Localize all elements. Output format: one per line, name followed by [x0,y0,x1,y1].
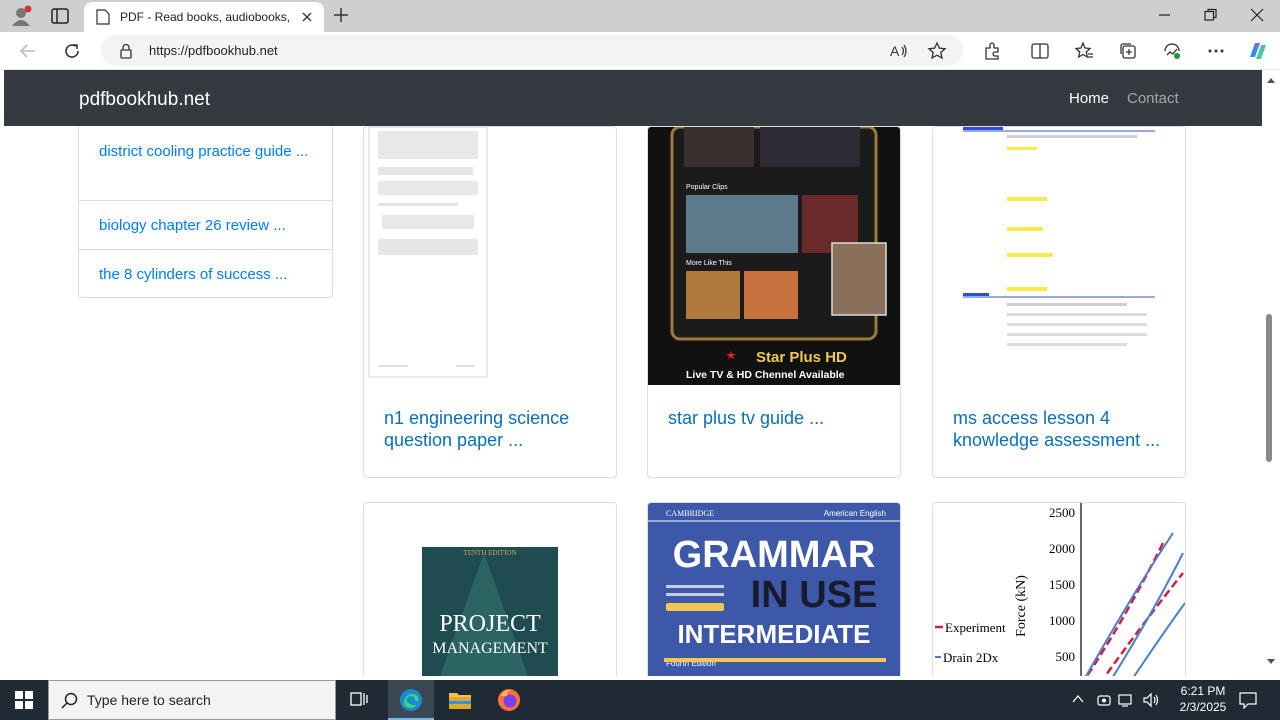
windows-start-icon[interactable] [15,691,33,709]
chart-tick: 1000 [1049,613,1075,628]
task-view-icon[interactable] [350,691,370,709]
search-icon [61,692,78,709]
pm-edition-text: TENTH EDITION [463,549,516,557]
chart-tick: 2000 [1049,541,1075,556]
book-card[interactable]: Popular Clips More Like This Star Plus H… [647,126,901,478]
page-scrollbar[interactable] [1262,70,1280,676]
notifications-icon[interactable] [1238,691,1258,709]
address-toolbar: https://pdfbookhub.net A [0,32,1280,70]
book-title-link[interactable]: star plus tv guide ... [668,407,883,429]
book-cover-image[interactable]: CAMBRIDGE American English GRAMMAR IN US… [648,503,900,676]
network-icon[interactable] [1118,692,1136,708]
book-title-link[interactable]: ms access lesson 4 knowledge assessment … [953,407,1168,451]
taskbar-edge-button[interactable] [388,680,434,720]
lock-icon[interactable] [119,43,133,59]
page-favicon-icon [96,9,110,25]
book-card[interactable]: TENTH EDITION PROJECT MANAGEMENT [363,502,617,676]
american-english-text: American English [824,509,886,518]
browser-essentials-icon[interactable] [1162,41,1182,61]
chart-legend-item: Experiment [945,620,1006,635]
edge-icon [400,689,422,711]
browser-tab-bar: PDF - Read books, audiobooks, a [0,0,1280,32]
site-brand[interactable]: pdfbookhub.net [79,89,210,111]
taskbar-search-box[interactable]: Type here to search [48,680,336,720]
read-aloud-icon[interactable]: A [889,42,909,60]
starplus-caption-text: Live TV & HD Chennel Available [686,369,845,381]
tab-close-icon[interactable] [300,10,314,24]
site-navbar: pdfbookhub.net Home Contact [4,70,1262,126]
profile-icon[interactable] [10,5,32,27]
book-card[interactable]: n1 engineering science question paper ..… [363,126,617,478]
file-explorer-icon[interactable] [448,689,472,711]
tab-title: PDF - Read books, audiobooks, a [120,10,292,24]
search-placeholder: Type here to search [87,692,211,708]
minimize-icon[interactable] [1158,8,1172,22]
grammar-line2: IN USE [751,574,878,616]
chart-ylabel: Force (kN) [1014,575,1029,637]
meet-now-icon[interactable] [1096,692,1112,708]
sidebar-item[interactable]: district cooling practice guide ... [79,126,332,201]
book-cover-image[interactable] [364,127,616,385]
more-like-this-label: More Like This [686,260,732,267]
popular-clips-label: Popular Clips [686,184,728,191]
sidebar-list: district cooling practice guide ... biol… [78,126,333,298]
collections-icon[interactable] [1118,41,1138,61]
grammar-line1: GRAMMAR [673,534,876,576]
chart-tick: 500 [1056,649,1076,664]
book-cover-image[interactable]: Popular Clips More Like This Star Plus H… [648,127,900,385]
extensions-icon[interactable] [982,41,1002,61]
nav-contact-link[interactable]: Contact [1127,90,1179,107]
pm-title-line2: MANAGEMENT [432,640,548,657]
sidebar-item[interactable]: the 8 cylinders of success ... [79,250,332,298]
book-title-link[interactable]: n1 engineering science question paper ..… [384,407,599,451]
web-page: pdfbookhub.net Home Contact district coo… [4,70,1262,676]
scroll-up-icon[interactable] [1266,76,1276,84]
sidebar-item-label[interactable]: the 8 cylinders of success ... [99,263,312,286]
book-card[interactable]: ms access lesson 4 knowledge assessment … [932,126,1186,478]
scrollbar-thumb[interactable] [1266,314,1272,462]
url-bar[interactable]: https://pdfbookhub.net A [101,35,963,66]
active-tab[interactable]: PDF - Read books, audiobooks, a [84,2,324,32]
chart-tick: 2500 [1049,505,1075,520]
clock-date: 2/3/2025 [1179,700,1227,714]
book-card[interactable]: CAMBRIDGE American English GRAMMAR IN US… [647,502,901,676]
copilot-icon[interactable] [1246,39,1270,63]
refresh-icon[interactable] [62,41,82,61]
svg-text:A: A [890,43,900,59]
starplus-brand-text: Star Plus HD [756,349,847,366]
back-icon[interactable] [18,41,38,61]
volume-icon[interactable] [1142,692,1160,708]
new-tab-icon[interactable] [333,7,349,23]
book-cover-image[interactable]: TENTH EDITION PROJECT MANAGEMENT [364,503,616,676]
firefox-icon[interactable] [497,688,521,712]
book-cover-image[interactable] [933,127,1185,385]
taskbar: Type here to search 6:21 PM 2/3/2025 [0,680,1280,720]
nav-home-link[interactable]: Home [1069,90,1109,107]
more-options-icon[interactable] [1206,41,1226,61]
chart-legend-item: Drain 2Dx [943,650,999,665]
favorite-star-icon[interactable] [927,41,947,61]
clock-time: 6:21 PM [1180,684,1226,698]
book-cover-image[interactable]: Force (kN) 2500 2000 1500 1000 500 Exper… [933,503,1185,676]
sidebar-item[interactable]: biology chapter 26 review ... [79,201,332,250]
pm-title-line1: PROJECT [439,611,541,637]
restore-icon[interactable] [1204,8,1218,22]
clock[interactable]: 6:21 PM 2/3/2025 [1170,683,1236,715]
cambridge-text: CAMBRIDGE [666,509,714,518]
sidebar-item-label[interactable]: biology chapter 26 review ... [99,214,312,237]
chevron-up-icon[interactable] [1072,694,1084,704]
url-text: https://pdfbookhub.net [149,43,278,58]
window-close-icon[interactable] [1250,8,1264,22]
split-screen-icon[interactable] [1030,41,1050,61]
book-card[interactable]: Force (kN) 2500 2000 1500 1000 500 Exper… [932,502,1186,676]
grammar-line3: INTERMEDIATE [677,619,870,649]
chart-tick: 1500 [1049,577,1075,592]
sidebar-item-label[interactable]: district cooling practice guide ... [99,140,312,163]
scroll-down-icon[interactable] [1266,658,1276,666]
tab-actions-icon[interactable] [50,6,70,26]
favorites-icon[interactable] [1074,41,1094,61]
